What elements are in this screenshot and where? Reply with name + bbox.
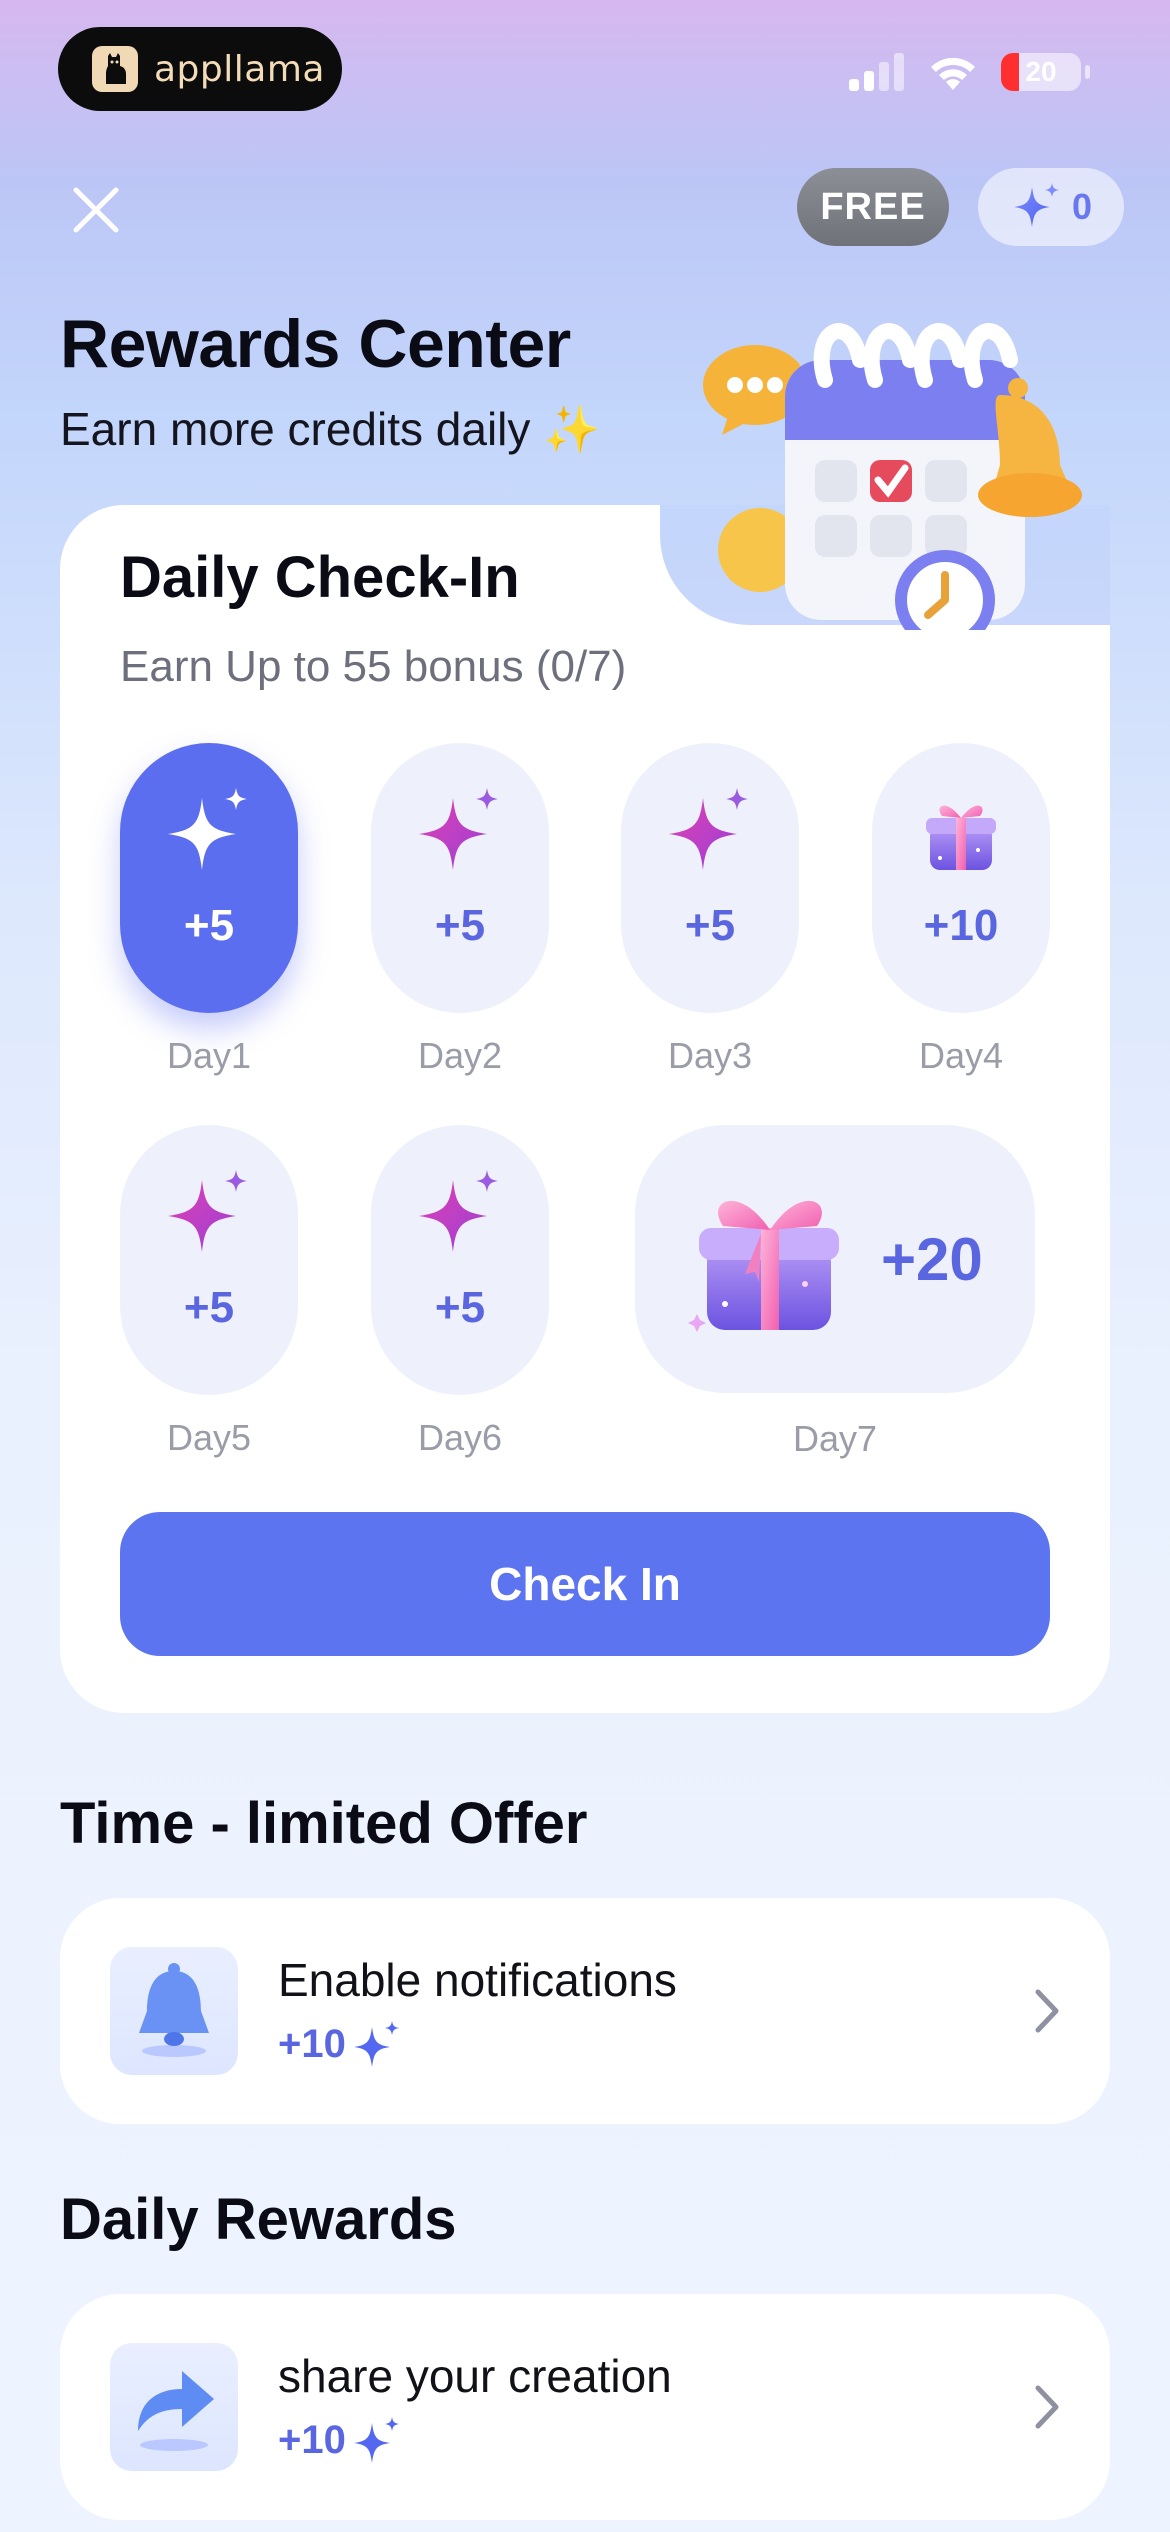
calendar-illustration-icon bbox=[703, 323, 1082, 630]
checkin-title: Daily Check-In bbox=[120, 545, 520, 610]
sparkle-icon bbox=[412, 785, 508, 881]
check-in-button[interactable]: Check In bbox=[120, 1512, 1050, 1656]
sparkle-icon bbox=[161, 785, 257, 881]
day-amount: +5 bbox=[183, 1283, 235, 1332]
day-label: Day2 bbox=[417, 1035, 503, 1076]
task-share-creation[interactable]: share your creation +10 bbox=[60, 2294, 1110, 2520]
checkin-progress: Earn Up to 55 bonus (0/7) bbox=[120, 642, 627, 691]
plan-badge[interactable]: FREE bbox=[797, 168, 949, 246]
battery-level: 20 bbox=[1025, 56, 1057, 87]
brand-name: appllama bbox=[154, 48, 325, 90]
chevron-right-icon bbox=[1035, 2385, 1059, 2429]
gift-icon bbox=[688, 1200, 839, 1332]
chevron-right-icon bbox=[1035, 1989, 1059, 2033]
day-amount: +5 bbox=[183, 901, 235, 950]
day-tile-5[interactable]: +5 Day5 bbox=[120, 1125, 298, 1459]
sparkle-icon bbox=[1013, 183, 1059, 227]
sparkle-icon bbox=[353, 2021, 399, 2067]
day-tile-3[interactable]: +5 Day3 bbox=[621, 743, 799, 1077]
day-label: Day6 bbox=[417, 1417, 503, 1458]
brand-pill: appllama bbox=[58, 27, 342, 111]
page-title: Rewards Center bbox=[60, 306, 571, 382]
bell-icon bbox=[110, 1947, 238, 2075]
day-amount: +5 bbox=[434, 901, 486, 950]
system-status: 20 bbox=[849, 52, 1090, 92]
day-tile-1[interactable]: +5 Day1 bbox=[120, 743, 298, 1077]
task-enable-notifications[interactable]: Enable notifications +10 bbox=[60, 1898, 1110, 2124]
reward-value: +10 bbox=[278, 2417, 346, 2462]
close-icon bbox=[73, 187, 119, 233]
day-label: Day3 bbox=[667, 1035, 753, 1076]
sparkle-icon bbox=[662, 785, 758, 881]
day-label: Day5 bbox=[166, 1417, 252, 1458]
day-label: Day4 bbox=[918, 1035, 1004, 1076]
task-name: Enable notifications bbox=[278, 1954, 677, 2006]
battery-indicator: 20 bbox=[1001, 53, 1081, 91]
limited-offer-title: Time - limited Offer bbox=[60, 1791, 588, 1856]
day-tile-7[interactable]: +20 bbox=[635, 1125, 1035, 1393]
day-amount: +20 bbox=[881, 1225, 983, 1293]
task-reward: +10 bbox=[278, 2415, 1032, 2465]
sparkle-icon bbox=[161, 1167, 257, 1263]
daily-rewards-title: Daily Rewards bbox=[60, 2187, 457, 2252]
close-button[interactable] bbox=[68, 182, 124, 238]
page-subtitle: Earn more credits daily ✨ bbox=[60, 403, 601, 455]
day-amount: +5 bbox=[434, 1283, 486, 1332]
day-amount: +10 bbox=[923, 901, 999, 950]
sparkle-icon bbox=[353, 2417, 399, 2463]
day-label: Day7 bbox=[792, 1418, 878, 1459]
credits-badge[interactable]: 0 bbox=[978, 168, 1124, 246]
credit-count: 0 bbox=[1071, 186, 1093, 227]
reward-value: +10 bbox=[278, 2021, 346, 2066]
task-reward: +10 bbox=[278, 2019, 1032, 2069]
llama-logo-icon bbox=[92, 46, 138, 92]
day-amount: +5 bbox=[684, 901, 736, 950]
sparkle-icon bbox=[412, 1167, 508, 1263]
share-arrow-icon bbox=[110, 2343, 238, 2471]
day-tile-4[interactable]: +10 Day4 bbox=[872, 743, 1050, 1077]
task-name: share your creation bbox=[278, 2350, 672, 2402]
day-tile-6[interactable]: +5 Day6 bbox=[371, 1125, 549, 1459]
wifi-icon bbox=[931, 57, 975, 90]
cellular-signal-icon bbox=[849, 53, 904, 91]
day-label: Day1 bbox=[166, 1035, 252, 1076]
day-tile-2[interactable]: +5 Day2 bbox=[371, 743, 549, 1077]
gift-icon bbox=[913, 785, 1009, 881]
